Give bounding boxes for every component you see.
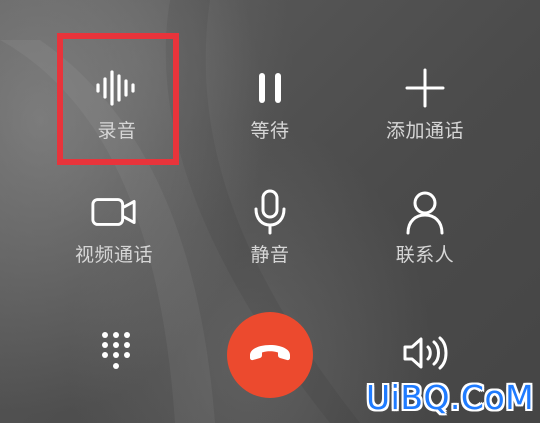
mute-label: 静音: [250, 244, 290, 266]
person-icon: [401, 188, 449, 236]
contacts-label: 联系人: [395, 244, 455, 266]
record-button[interactable]: 录音: [42, 64, 192, 184]
dialpad-icon: [99, 330, 133, 378]
contacts-button[interactable]: 联系人: [350, 188, 500, 308]
plus-icon: [401, 64, 449, 112]
add-call-label: 添加通话: [385, 120, 464, 142]
video-call-button[interactable]: 视频通话: [39, 188, 189, 308]
add-call-button[interactable]: 添加通话: [350, 64, 500, 184]
video-camera-icon: [90, 188, 138, 236]
microphone-icon: [246, 188, 294, 236]
video-call-label: 视频通话: [74, 244, 153, 266]
speaker-button[interactable]: [398, 330, 452, 380]
record-label: 录音: [97, 120, 137, 142]
hold-label: 等待: [250, 120, 290, 142]
waveform-icon: [93, 64, 141, 112]
hang-up-button[interactable]: [227, 312, 313, 398]
mute-button[interactable]: 静音: [195, 188, 345, 308]
watermark: UiBQ.CoM: [366, 378, 535, 417]
hold-button[interactable]: 等待: [195, 64, 345, 184]
hang-up-icon: [247, 341, 293, 369]
pause-icon: [246, 64, 294, 112]
keypad-button[interactable]: [90, 328, 142, 380]
speaker-icon: [401, 335, 449, 375]
